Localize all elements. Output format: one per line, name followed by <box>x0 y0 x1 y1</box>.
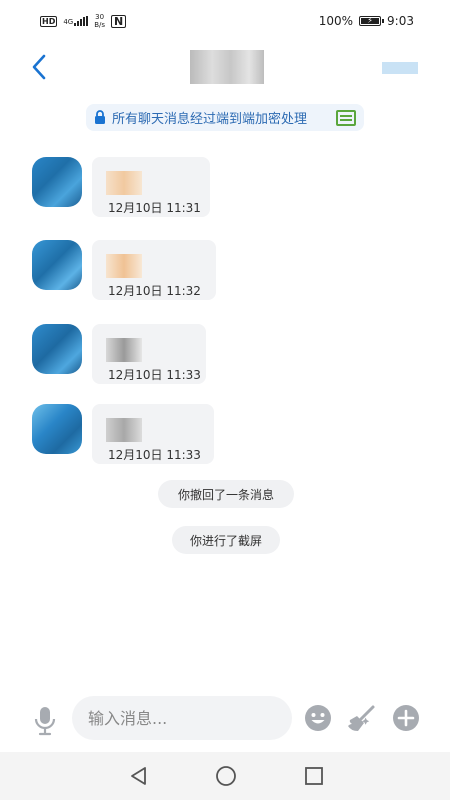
redacted-content <box>106 338 142 362</box>
message-item: 12月10日 11:33 <box>32 404 232 474</box>
clock: 9:03 <box>387 14 414 28</box>
battery-percent: 100% <box>318 14 354 28</box>
voice-button[interactable] <box>32 706 58 736</box>
nav-home-button[interactable] <box>214 764 238 788</box>
redacted-content <box>106 171 142 195</box>
message-item: 12月10日 11:31 <box>32 157 232 227</box>
lock-icon <box>95 110 105 124</box>
nav-back-button[interactable] <box>127 764 151 788</box>
battery-icon: ⚡ <box>359 16 385 26</box>
microphone-icon <box>34 707 56 736</box>
document-icon <box>336 109 356 126</box>
signal-indicator: 4G <box>63 16 89 26</box>
nfc-icon: N <box>111 14 127 28</box>
avatar[interactable] <box>32 324 82 374</box>
plus-icon <box>393 705 419 731</box>
header-action-redacted[interactable] <box>382 62 418 74</box>
more-button[interactable] <box>392 704 420 732</box>
navigation-bar <box>0 752 450 800</box>
encryption-notice[interactable]: 所有聊天消息经过端到端加密处理 <box>86 104 364 131</box>
network-speed: 30 B/s <box>94 13 105 29</box>
signal-bars-icon <box>74 16 89 26</box>
message-timestamp: 12月10日 11:32 <box>108 284 201 298</box>
system-message-recalled: 你撤回了一条消息 <box>158 480 294 508</box>
chat-header <box>0 42 450 92</box>
message-timestamp: 12月10日 11:33 <box>108 448 201 462</box>
message-item: 12月10日 11:33 <box>32 324 232 394</box>
system-message-screenshot: 你进行了截屏 <box>172 526 280 554</box>
encryption-notice-text: 所有聊天消息经过端到端加密处理 <box>112 112 308 127</box>
avatar[interactable] <box>32 157 82 207</box>
status-right: 100% ⚡ 9:03 <box>319 14 414 28</box>
emoji-button[interactable] <box>304 704 332 732</box>
smiley-icon <box>305 705 331 731</box>
avatar[interactable] <box>32 404 82 454</box>
network-type: 4G <box>63 18 74 26</box>
clean-button[interactable] <box>346 704 376 734</box>
nav-recent-button[interactable] <box>302 764 326 788</box>
message-item: 12月10日 11:32 <box>32 240 232 310</box>
square-recent-icon <box>305 767 323 785</box>
message-timestamp: 12月10日 11:31 <box>108 201 201 215</box>
message-timestamp: 12月10日 11:33 <box>108 368 201 382</box>
circle-home-icon <box>216 766 236 786</box>
input-bar <box>0 694 450 746</box>
chevron-left-icon <box>32 54 46 80</box>
redacted-content <box>106 254 142 278</box>
avatar[interactable] <box>32 240 82 290</box>
network-speed-unit: B/s <box>94 21 106 29</box>
status-bar: HD 4G 30 B/s N 100% ⚡ 9:03 <box>0 0 450 42</box>
message-input[interactable] <box>72 696 292 740</box>
redacted-content <box>106 418 142 442</box>
status-left: HD 4G 30 B/s N <box>40 13 127 29</box>
contact-name-redacted[interactable] <box>190 50 264 84</box>
network-speed-value: 30 <box>95 13 105 21</box>
back-button[interactable] <box>24 50 54 84</box>
triangle-back-icon <box>131 767 146 785</box>
charging-icon: ⚡ <box>367 16 373 25</box>
hd-badge: HD <box>40 15 58 27</box>
chat-screen: HD 4G 30 B/s N 100% ⚡ 9:03 所有聊天消息经过端到端加密… <box>0 0 450 800</box>
broom-icon <box>348 705 375 731</box>
